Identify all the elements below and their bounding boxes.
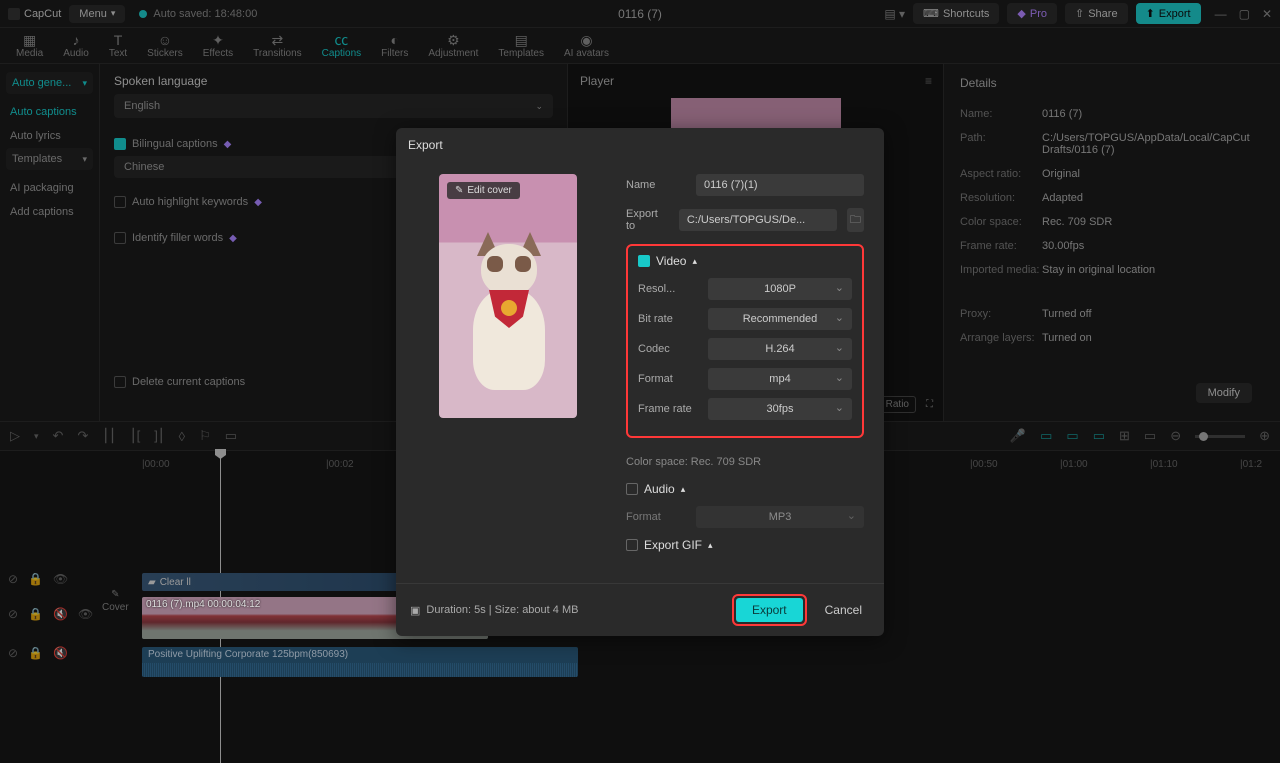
checkbox-off-icon [626,539,638,551]
modal-cancel-button[interactable]: Cancel [817,598,870,622]
folder-icon: 🗀 [850,211,861,230]
modal-export-button[interactable]: Export [736,598,803,622]
name-input[interactable] [696,174,864,196]
checkbox-on-icon [638,255,650,267]
opt-select-bitrate[interactable]: Recommended [708,308,852,330]
opt-select-format[interactable]: mp4 [708,368,852,390]
opt-select-framerate[interactable]: 30fps [708,398,852,420]
video-section-label: Video [656,254,686,268]
edit-cover-button[interactable]: ✎ Edit cover [447,182,520,199]
video-section-header[interactable]: Video ▴ [638,254,852,268]
opt-select-resol[interactable]: 1080P [708,278,852,300]
export-to-label: Export to [626,208,669,232]
opt-label: Frame rate [638,403,698,415]
audio-format-row: Format MP3 [626,506,864,528]
opt-value: 30fps [767,403,794,415]
opt-value: H.264 [765,343,794,355]
modal-overlay: Export ✎ Edit cover [0,0,1280,763]
cover-cat-art [459,234,559,404]
footer-actions: Export Cancel [732,594,870,626]
export-to-input[interactable] [679,209,837,231]
audio-format-label: Format [626,511,686,523]
modal-body: ✎ Edit cover Name [396,162,884,583]
duration-text: Duration: 5s | Size: about 4 MB [426,604,578,616]
audio-section-label: Audio [644,482,675,496]
modal-footer: ▣ Duration: 5s | Size: about 4 MB Export… [396,583,884,636]
color-space-info: Color space: Rec. 709 SDR [626,448,864,476]
gif-section-header[interactable]: Export GIF ▴ [626,538,864,552]
cover-column: ✎ Edit cover [408,174,608,583]
opt-value: Recommended [743,313,818,325]
video-opt-row: Frame rate 30fps [638,398,852,420]
audio-section-header[interactable]: Audio ▴ [626,482,864,496]
export-form: Name Export to 🗀 Video ▴ Res [626,174,872,583]
pencil-icon: ✎ [455,185,463,196]
export-modal: Export ✎ Edit cover [396,128,884,636]
video-clip-label: 0116 (7).mp4 00:00:04:12 [146,599,260,610]
export-highlight-box: Export [732,594,807,626]
opt-value: mp4 [769,373,790,385]
chevron-up-icon: ▴ [681,484,686,495]
duration-info: ▣ Duration: 5s | Size: about 4 MB [410,604,578,617]
opt-label: Codec [638,343,698,355]
opt-label: Bit rate [638,313,698,325]
name-label: Name [626,179,686,191]
modal-title: Export [396,128,884,162]
film-icon: ▣ [410,604,420,617]
video-opt-row: Codec H.264 [638,338,852,360]
audio-format-select[interactable]: MP3 [696,506,864,528]
checkbox-off-icon [626,483,638,495]
cover-preview: ✎ Edit cover [439,174,577,418]
video-settings-highlight: Video ▴ Resol... 1080P Bit rate Recommended… [626,244,864,438]
video-opt-row: Bit rate Recommended [638,308,852,330]
edit-cover-label: Edit cover [467,185,511,196]
name-row: Name [626,174,864,196]
chevron-up-icon: ▴ [708,540,713,551]
video-opt-row: Resol... 1080P [638,278,852,300]
chevron-up-icon: ▴ [692,256,697,267]
video-opt-row: Format mp4 [638,368,852,390]
opt-label: Resol... [638,283,698,295]
export-to-row: Export to 🗀 [626,208,864,232]
opt-value: 1080P [764,283,796,295]
audio-format-value: MP3 [769,511,792,523]
gif-section-label: Export GIF [644,538,702,552]
opt-select-codec[interactable]: H.264 [708,338,852,360]
opt-label: Format [638,373,698,385]
browse-folder-button[interactable]: 🗀 [847,208,864,232]
